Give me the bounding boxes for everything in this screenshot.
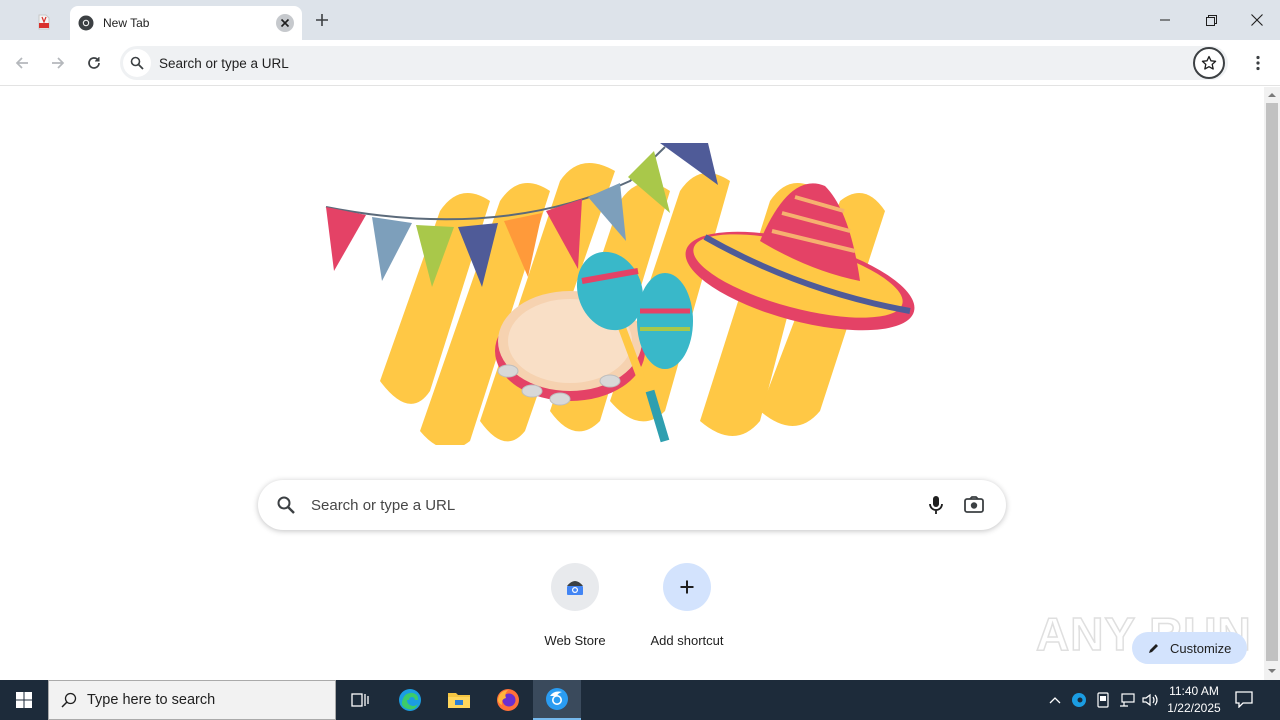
- task-view-button[interactable]: [336, 680, 384, 720]
- restore-button[interactable]: [1188, 0, 1234, 40]
- clock-date: 1/22/2025: [1167, 701, 1221, 715]
- firefox-icon: [497, 689, 519, 711]
- microphone-icon[interactable]: [924, 493, 948, 517]
- tab-title: New Tab: [103, 16, 150, 30]
- address-bar[interactable]: Search or type a URL: [120, 46, 1228, 80]
- more-vertical-icon: [1256, 55, 1260, 71]
- shortcut-label: Add shortcut: [650, 633, 724, 648]
- pinned-tab-pdf[interactable]: [24, 8, 64, 36]
- forward-button[interactable]: [44, 49, 72, 77]
- tab-new-tab[interactable]: New Tab: [70, 6, 302, 40]
- action-center-button[interactable]: [1234, 690, 1260, 710]
- shortcut-web-store[interactable]: Web Store: [519, 563, 631, 648]
- plus-icon: [680, 580, 694, 594]
- new-tab-button[interactable]: [310, 8, 334, 32]
- browser-menu-button[interactable]: [1246, 49, 1270, 77]
- bookmark-button[interactable]: [1193, 47, 1225, 79]
- tray-volume[interactable]: [1142, 691, 1160, 709]
- network-icon: [1120, 693, 1135, 707]
- tray-overflow-button[interactable]: [1046, 691, 1064, 709]
- taskbar-clock[interactable]: 11:40 AM 1/22/2025: [1162, 683, 1226, 717]
- doodle-illustration[interactable]: [320, 141, 920, 445]
- pencil-icon: [1149, 644, 1158, 653]
- chrome-canary-icon: [546, 688, 568, 710]
- web-store-icon: [567, 581, 583, 595]
- edge-icon: [1072, 693, 1086, 707]
- add-shortcut-tile: [663, 563, 711, 611]
- scroll-up-arrow-icon[interactable]: [1268, 91, 1276, 99]
- search-icon: [61, 692, 77, 708]
- volume-icon: [1142, 693, 1158, 707]
- scroll-down-arrow-icon[interactable]: [1268, 667, 1276, 675]
- chrome-icon: [78, 15, 94, 31]
- task-view-icon: [351, 693, 369, 707]
- file-explorer-icon: [448, 693, 470, 708]
- search-icon: [277, 496, 295, 514]
- back-button[interactable]: [8, 49, 36, 77]
- chevron-up-icon: [1049, 697, 1061, 704]
- taskbar-search-box[interactable]: Type here to search: [48, 680, 336, 720]
- ntp-search-placeholder[interactable]: Search or type a URL: [311, 497, 924, 514]
- arrow-left-icon: [15, 57, 28, 69]
- omnibox-search-button: [123, 49, 151, 77]
- shortcut-add[interactable]: Add shortcut: [631, 563, 743, 648]
- pdf-file-icon: [38, 14, 50, 30]
- scrollbar-thumb[interactable]: [1266, 103, 1278, 661]
- minimize-button[interactable]: [1142, 0, 1188, 40]
- arrow-right-icon: [52, 57, 65, 69]
- shortcut-label: Web Store: [544, 633, 606, 648]
- close-icon: [1251, 14, 1263, 26]
- taskbar-search-placeholder[interactable]: Type here to search: [87, 692, 215, 708]
- plus-icon: [316, 14, 328, 26]
- tray-meet-now[interactable]: [1094, 691, 1112, 709]
- tray-edge[interactable]: [1070, 691, 1088, 709]
- star-icon: [1201, 55, 1217, 70]
- reload-icon: [88, 57, 100, 69]
- browser-toolbar: Search or type a URL: [0, 40, 1280, 86]
- taskbar-edge[interactable]: [386, 680, 434, 720]
- taskbar-file-explorer[interactable]: [435, 680, 483, 720]
- close-window-button[interactable]: [1234, 0, 1280, 40]
- new-tab-page: Search or type a URL Web Store Add short…: [0, 87, 1264, 680]
- windows-taskbar: Type here to search 11:40 AM 1/22/2025: [0, 680, 1280, 720]
- web-store-tile: [551, 563, 599, 611]
- start-button[interactable]: [0, 680, 48, 720]
- taskbar-firefox[interactable]: [484, 680, 532, 720]
- restore-icon: [1205, 14, 1217, 26]
- customize-button[interactable]: Customize: [1132, 632, 1247, 664]
- minimize-icon: [1160, 19, 1170, 21]
- close-icon: [280, 18, 290, 28]
- taskbar-chrome-canary[interactable]: [533, 680, 581, 720]
- address-bar-text[interactable]: Search or type a URL: [159, 56, 1193, 71]
- edge-icon: [399, 689, 421, 711]
- clock-time: 11:40 AM: [1169, 684, 1219, 698]
- device-icon: [1097, 692, 1109, 708]
- search-icon: [130, 56, 144, 70]
- customize-label: Customize: [1170, 640, 1232, 656]
- tray-network[interactable]: [1118, 691, 1136, 709]
- notification-icon: [1235, 691, 1253, 709]
- ntp-search-box[interactable]: Search or type a URL: [258, 480, 1006, 530]
- page-scrollbar[interactable]: [1264, 87, 1280, 680]
- tab-strip: New Tab: [0, 0, 1280, 40]
- reload-button[interactable]: [80, 49, 108, 77]
- close-tab-button[interactable]: [276, 14, 294, 32]
- camera-icon[interactable]: [962, 493, 986, 517]
- windows-logo-icon: [16, 692, 32, 708]
